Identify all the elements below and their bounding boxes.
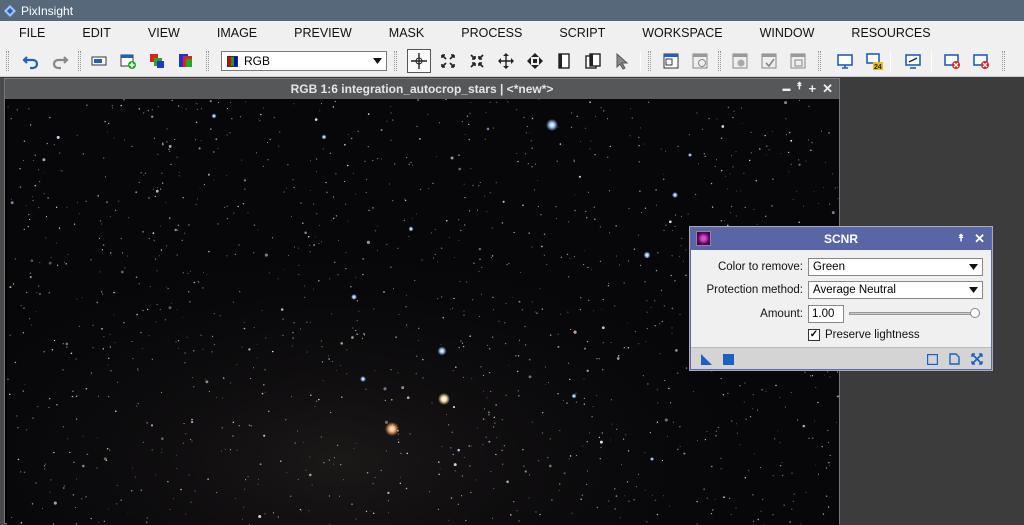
- rgb-working-space-icon[interactable]: [175, 50, 197, 72]
- preserve-lightness-label: Preserve lightness: [825, 329, 920, 341]
- amount-slider-handle[interactable]: [970, 308, 980, 318]
- mask-icon[interactable]: [729, 50, 751, 72]
- amount-label: Amount:: [760, 308, 803, 320]
- menu-window[interactable]: WINDOW: [741, 26, 833, 40]
- checkmark-icon: ✓: [809, 329, 819, 340]
- menu-workspace[interactable]: WORKSPACE: [623, 26, 740, 40]
- preview-icon[interactable]: [660, 50, 682, 72]
- menu-resources[interactable]: RESOURCES: [832, 26, 948, 40]
- menu-process[interactable]: PROCESS: [442, 26, 540, 40]
- channel-combo[interactable]: RGB: [221, 51, 387, 71]
- toolbar-grip[interactable]: [718, 51, 721, 71]
- color-to-remove-select[interactable]: Green: [808, 258, 983, 276]
- zoom-fit-icon[interactable]: [437, 50, 459, 72]
- image-window-titlebar[interactable]: RGB 1:6 integration_autocrop_stars | <*n…: [5, 79, 839, 99]
- toolbar-grip[interactable]: [78, 51, 81, 71]
- mask-show-icon[interactable]: [787, 50, 809, 72]
- channel-combo-value: RGB: [244, 54, 271, 68]
- preview-delete-icon[interactable]: [689, 50, 711, 72]
- scnr-title: SCNR: [823, 232, 858, 246]
- toolbar-grip[interactable]: [648, 51, 651, 71]
- chevron-down-icon[interactable]: [967, 284, 980, 296]
- pan-icon[interactable]: [495, 50, 517, 72]
- shade-icon[interactable]: ▬: [783, 81, 791, 97]
- toolbar: 24: [0, 45, 1024, 77]
- menu-preview[interactable]: PREVIEW: [275, 26, 370, 40]
- new-image-icon[interactable]: [117, 50, 139, 72]
- zoom-in-icon[interactable]: [466, 50, 488, 72]
- scnr-titlebar[interactable]: SCNR ⯭ ✕: [691, 228, 991, 250]
- toolbar-separator: [890, 51, 891, 71]
- rgb-swatch-icon: [227, 55, 238, 67]
- menu-script[interactable]: SCRIPT: [540, 26, 623, 40]
- screen-icon[interactable]: [834, 50, 856, 72]
- collapse-icon[interactable]: ⯭: [958, 231, 964, 247]
- toolbar-grip[interactable]: [1002, 51, 1005, 71]
- svg-text:24: 24: [874, 64, 882, 70]
- chevron-down-icon[interactable]: [967, 261, 980, 273]
- browse-documentation-icon[interactable]: [925, 352, 939, 366]
- maximize-icon[interactable]: +: [809, 81, 817, 97]
- mask-enable-icon[interactable]: [758, 50, 780, 72]
- screen-24-icon[interactable]: 24: [863, 50, 885, 72]
- menu-mask[interactable]: MASK: [370, 26, 442, 40]
- toolbar-grip[interactable]: [6, 51, 9, 71]
- readout-mode-icon[interactable]: [407, 49, 431, 73]
- close-icon[interactable]: ✕: [974, 231, 985, 247]
- identifier-icon[interactable]: [88, 50, 110, 72]
- app-titlebar: PixInsight: [0, 0, 1024, 21]
- protection-method-select[interactable]: Average Neutral: [808, 281, 983, 299]
- new-instance-icon[interactable]: [699, 352, 713, 366]
- app-title: PixInsight: [21, 3, 74, 18]
- scnr-process-icon: [696, 231, 711, 246]
- menu-bar: FILE EDIT VIEW IMAGE PREVIEW MASK PROCES…: [0, 21, 1024, 45]
- move-icon[interactable]: [524, 50, 546, 72]
- toolbar-grip[interactable]: [818, 51, 821, 71]
- undo-icon[interactable]: [20, 50, 42, 72]
- window-stack-icon[interactable]: [582, 50, 604, 72]
- pixinsight-logo-icon: [4, 4, 16, 17]
- color-to-remove-value: Green: [813, 261, 845, 273]
- close-icon[interactable]: ✕: [822, 81, 833, 97]
- menu-view[interactable]: VIEW: [129, 26, 198, 40]
- track-view-icon[interactable]: [947, 352, 961, 366]
- amount-input[interactable]: 1.00: [808, 305, 844, 323]
- toolbar-separator: [931, 51, 932, 71]
- apply-global-icon[interactable]: [721, 352, 735, 366]
- redo-icon[interactable]: [49, 50, 71, 72]
- amount-value: 1.00: [812, 308, 835, 320]
- stf-disable-icon[interactable]: [970, 50, 992, 72]
- image-window-title: RGB 1:6 integration_autocrop_stars | <*n…: [290, 82, 554, 96]
- toolbar-grip[interactable]: [394, 51, 397, 71]
- window-icon[interactable]: [553, 50, 575, 72]
- collapse-icon[interactable]: ⯭: [797, 81, 803, 97]
- menu-edit[interactable]: EDIT: [63, 26, 128, 40]
- menu-image[interactable]: IMAGE: [198, 26, 275, 40]
- preserve-lightness-checkbox[interactable]: ✓: [808, 329, 820, 341]
- extract-channels-icon[interactable]: [146, 50, 168, 72]
- reset-icon[interactable]: [970, 352, 984, 366]
- protection-method-label: Protection method:: [706, 284, 803, 296]
- toolbar-separator: [640, 51, 641, 71]
- toolbar-grip[interactable]: [206, 51, 209, 71]
- chevron-down-icon[interactable]: [371, 54, 384, 68]
- menu-file[interactable]: FILE: [0, 26, 63, 40]
- stf-reset-icon[interactable]: [941, 50, 963, 72]
- protection-method-value: Average Neutral: [813, 284, 896, 296]
- cursor-icon[interactable]: [611, 50, 633, 72]
- stf-icon[interactable]: [902, 50, 924, 72]
- scnr-footer: [691, 347, 991, 369]
- scnr-dialog[interactable]: SCNR ⯭ ✕ Color to remove: Green Protecti…: [690, 227, 992, 370]
- amount-slider[interactable]: [849, 312, 979, 315]
- color-to-remove-label: Color to remove:: [717, 261, 803, 273]
